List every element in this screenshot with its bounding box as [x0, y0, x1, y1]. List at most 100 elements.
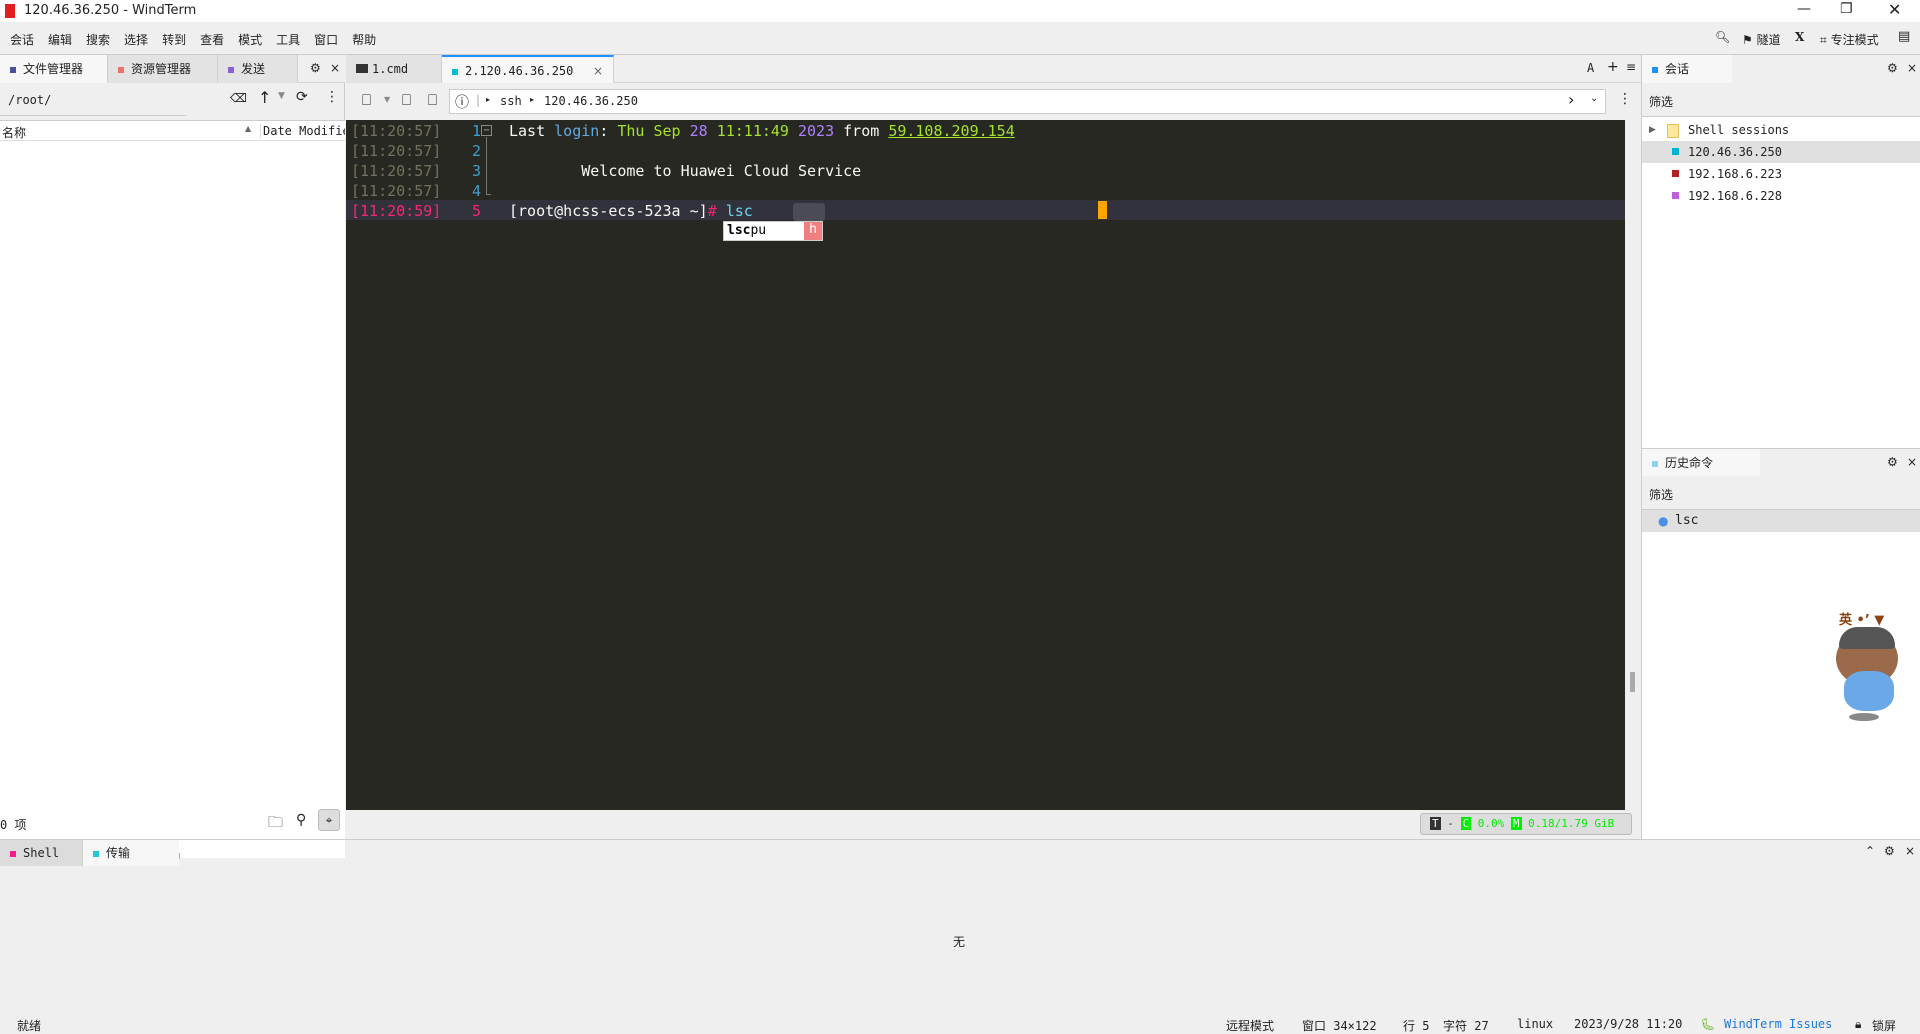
font-button[interactable]: A	[1587, 61, 1594, 75]
minimize-button[interactable]: —	[1797, 1, 1811, 17]
close-tab-icon[interactable]: ×	[593, 57, 603, 85]
expand-icon[interactable]: ▶	[1649, 119, 1656, 141]
session-item[interactable]: 192.168.6.228	[1642, 185, 1920, 207]
up-directory-icon[interactable]: ↑	[258, 88, 271, 107]
close-icon[interactable]: ×	[330, 61, 340, 75]
close-icon[interactable]: ×	[1905, 844, 1915, 858]
location-pin-icon[interactable]: ⚲	[296, 812, 306, 828]
tab-color-icon	[118, 66, 124, 73]
app-logo-icon	[5, 4, 15, 18]
column-name[interactable]: 名称	[2, 124, 26, 141]
tab-color-icon	[452, 68, 458, 75]
history-item[interactable]: ● lsc	[1642, 510, 1920, 532]
session-folder[interactable]: ▶ Shell sessions	[1642, 119, 1920, 141]
tab-history[interactable]: 历史命令	[1642, 449, 1760, 477]
status-ready: 就绪	[17, 1019, 42, 1033]
left-panel-tabs: 文件管理器 资源管理器 发送 ⚙ ×	[0, 55, 345, 83]
chevron-down-icon[interactable]: ▼	[278, 91, 285, 101]
session-color-icon	[1672, 170, 1679, 177]
menu-item[interactable]: 转到	[162, 31, 186, 48]
address-toolbar: ⎕ ▼ ⎕ ⎕ ⓘ | ▸ ssh ▸ 120.46.36.250 › ⌄ ⋮	[346, 83, 1641, 120]
session-item[interactable]: 120.46.36.250	[1642, 141, 1920, 163]
menu-item[interactable]: 会话	[10, 31, 34, 48]
line-number: 2	[471, 142, 481, 160]
x-button[interactable]: X	[1795, 30, 1804, 44]
session-color-icon	[1672, 192, 1679, 199]
restore-button[interactable]: ❐	[1840, 1, 1853, 17]
menu-item[interactable]: 选择	[124, 31, 148, 48]
search-icon[interactable]: 🔍︎	[1715, 30, 1730, 44]
bottom-panel: Shell 传输 ⌃ ⚙ × 无	[0, 839, 1920, 1014]
new-session-icon[interactable]: ⎕	[362, 91, 371, 109]
address-input[interactable]: ⓘ | ▸ ssh ▸ 120.46.36.250 › ⌄	[449, 89, 1606, 114]
terminal-text: :	[599, 122, 618, 140]
close-icon[interactable]: ×	[1907, 455, 1917, 469]
menu-item[interactable]: 窗口	[314, 31, 338, 48]
terminal-scrollbar[interactable]	[1625, 120, 1641, 810]
status-mode[interactable]: 远程模式	[1226, 1017, 1274, 1034]
tab-send[interactable]: 发送	[218, 55, 298, 83]
line-timestamp: [11:20:57]	[351, 142, 442, 160]
history-filter-input[interactable]: 筛选	[1642, 476, 1920, 510]
menu-item[interactable]: 编辑	[48, 31, 72, 48]
refresh-icon[interactable]: ⟳	[296, 89, 308, 105]
memory-icon: M	[1510, 817, 1522, 830]
tab-color-icon	[228, 66, 234, 73]
gear-icon[interactable]: ⚙	[1887, 455, 1898, 469]
menu-item[interactable]: 查看	[200, 31, 224, 48]
terminal-text: Thu Sep	[617, 122, 690, 140]
folder-open-icon[interactable]: 🗀	[268, 812, 283, 837]
tab-resource-manager[interactable]: 资源管理器	[108, 55, 218, 83]
tab-menu-button[interactable]: ≡	[1626, 60, 1636, 74]
lock-screen-button[interactable]: 锁屏	[1872, 1017, 1896, 1034]
clear-path-icon[interactable]: ⌫	[230, 91, 247, 105]
go-icon[interactable]: ›	[1568, 90, 1574, 109]
filter-label: 筛选	[1649, 95, 1674, 109]
gear-icon[interactable]: ⚙	[1884, 844, 1895, 858]
more-icon[interactable]: ⋮	[1618, 91, 1632, 107]
menu-bar: 会话 编辑 搜索 选择 转到 查看 模式 工具 窗口 帮助 🔍︎ ⚑ 隧道 X ⌗ 专注模式 ▤	[0, 22, 1920, 55]
tab-sessions[interactable]: 会话	[1642, 55, 1732, 83]
tunnel-button[interactable]: ⚑ 隧道	[1742, 31, 1781, 48]
line-number: 3	[471, 162, 481, 180]
path-input[interactable]: /root/	[8, 93, 51, 107]
duplicate-session-icon[interactable]: ⎕	[428, 91, 437, 109]
terminal-text: #	[707, 202, 726, 220]
sessions-panel: 会话 ⚙ × 筛选 ▶ Shell sessions 120.46.36.250 19…	[1641, 55, 1920, 839]
chevron-down-icon[interactable]: ⌄	[1590, 93, 1598, 104]
menu-item[interactable]: 工具	[276, 31, 300, 48]
tab-file-manager[interactable]: 文件管理器	[0, 55, 108, 83]
line-number: 5	[471, 202, 481, 220]
gear-icon[interactable]: ⚙	[310, 61, 321, 75]
chevron-down-icon[interactable]: ▼	[384, 95, 390, 104]
tab-color-icon	[1652, 66, 1658, 73]
close-button[interactable]: ✕	[1888, 0, 1901, 19]
completion-item[interactable]: lscpu	[727, 223, 766, 238]
close-session-icon[interactable]: ⎕	[402, 91, 411, 109]
session-filter-input[interactable]: 筛选	[1642, 83, 1920, 117]
system-monitor[interactable]: T - C 0.0% M 0.18/1.79 GiB	[1420, 813, 1632, 835]
close-icon[interactable]: ×	[1907, 61, 1917, 75]
location-sync-icon[interactable]: ⌖	[318, 809, 340, 831]
line-timestamp: [11:20:59]	[351, 202, 442, 220]
tab-cmd[interactable]: 1.cmd	[346, 55, 442, 83]
add-tab-button[interactable]: +	[1607, 59, 1619, 75]
chevron-up-icon[interactable]: ⌃	[1865, 844, 1875, 858]
tab-ssh-session[interactable]: 2.120.46.36.250 ×	[442, 55, 614, 83]
column-date-modified[interactable]: Date Modified	[260, 124, 345, 138]
menu-item[interactable]: 搜索	[86, 31, 110, 48]
info-icon[interactable]: ⓘ	[455, 92, 469, 112]
file-list[interactable]: 名称 ▲ Date Modified	[0, 120, 345, 859]
session-item[interactable]: 192.168.6.223	[1642, 163, 1920, 185]
menu-item[interactable]: 帮助	[352, 31, 376, 48]
autocomplete-popup[interactable]: lscpu h	[723, 221, 823, 241]
tab-transfer[interactable]: 传输	[83, 840, 179, 866]
more-icon[interactable]: ⋮	[325, 89, 339, 105]
issues-link[interactable]: WindTerm Issues	[1724, 1017, 1832, 1031]
focus-mode-button[interactable]: ⌗ 专注模式	[1820, 31, 1879, 48]
terminal[interactable]: − [11:20:57] 1 Last login: Thu Sep 28 11:1…	[346, 120, 1625, 810]
layout-icon[interactable]: ▤	[1898, 29, 1910, 44]
gear-icon[interactable]: ⚙	[1887, 61, 1898, 75]
menu-item[interactable]: 模式	[238, 31, 262, 48]
tab-shell[interactable]: Shell	[0, 840, 83, 866]
